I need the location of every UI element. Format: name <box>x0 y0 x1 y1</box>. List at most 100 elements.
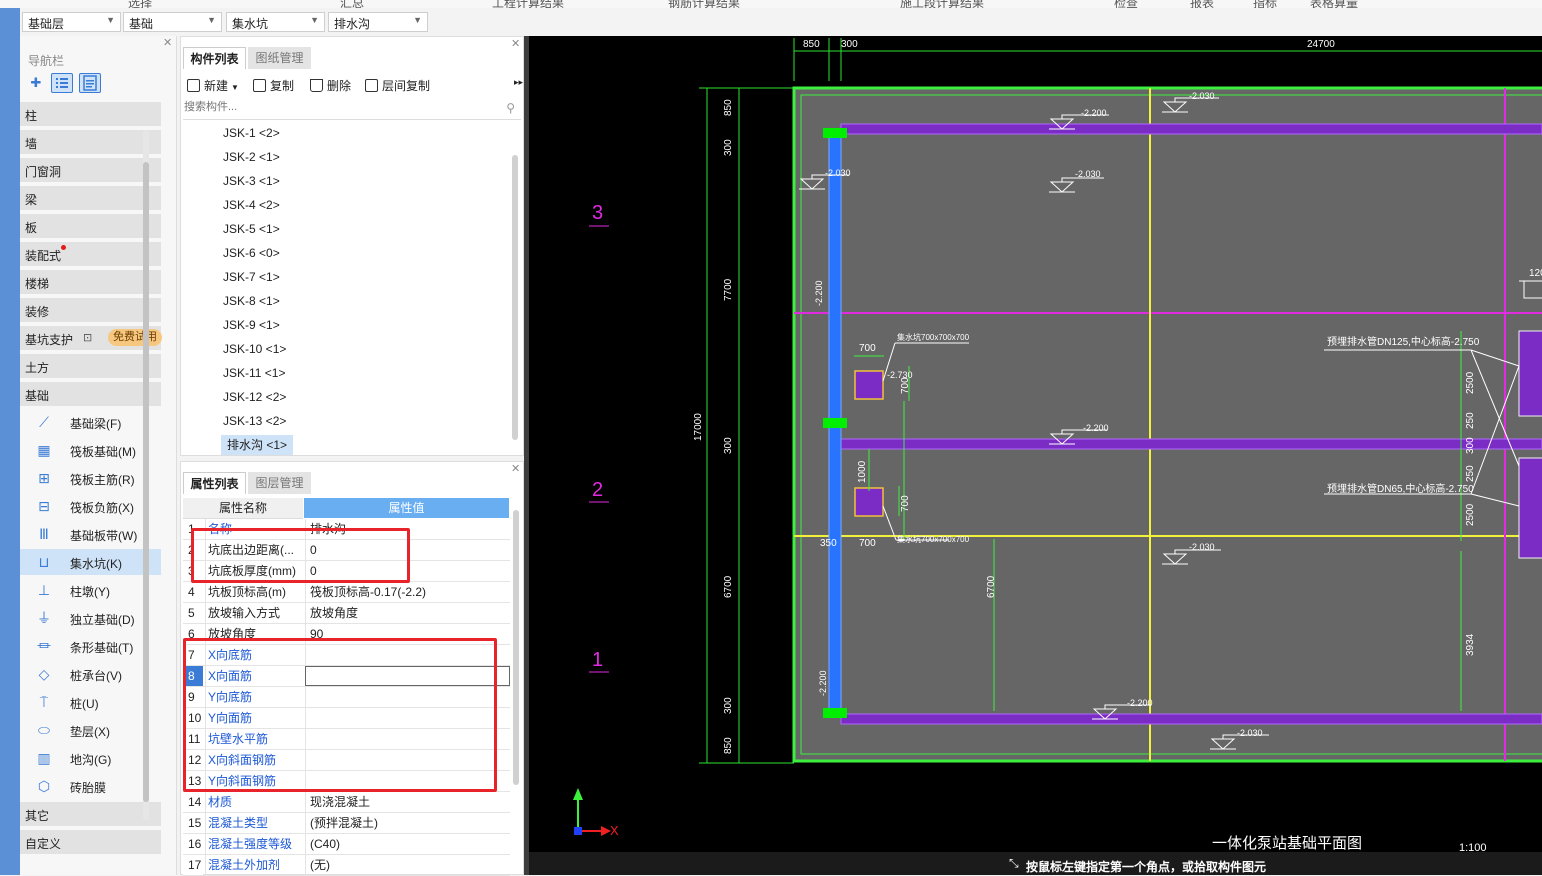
list-item[interactable]: JSK-6 <0> <box>223 243 280 263</box>
nav-cat-stairs[interactable]: 楼梯 <box>20 270 161 294</box>
copy-button[interactable]: 复制 <box>253 77 294 97</box>
foundation-slab[interactable] <box>792 86 1542 763</box>
table-row[interactable]: 17 混凝土外加剂 (无) <box>183 855 510 876</box>
dim-label: 17000 <box>693 413 704 441</box>
dim-label: 850 <box>723 99 734 116</box>
type-dropdown[interactable]: 集水坑 ▼ <box>226 12 325 32</box>
nav-cat-other[interactable]: 其它 <box>20 802 161 826</box>
delete-button[interactable]: 删除 <box>310 77 351 97</box>
prop-value[interactable]: 现浇混凝土 <box>305 792 510 812</box>
nav-cat-finish[interactable]: 装修 <box>20 298 161 322</box>
instance-value: 排水沟 <box>334 17 371 31</box>
row-number: 17 <box>183 855 203 875</box>
ucs-y-label: Y <box>574 795 582 807</box>
tab-layer-manager[interactable]: 图层管理 <box>248 472 311 494</box>
prop-value[interactable]: 放坡角度 <box>305 603 510 623</box>
chevron-down-icon: ▼ <box>413 15 422 25</box>
table-row[interactable]: 4 坑板顶标高(m) 筏板顶标高-0.17(-2.2) <box>183 582 510 603</box>
nav-cat-label: 板 <box>25 221 38 235</box>
nav-cat-beam[interactable]: 梁 <box>20 186 161 210</box>
close-icon[interactable]: ✕ <box>163 36 172 49</box>
nav-sub-pile-cap[interactable]: ◇ 桩承台(V) <box>20 661 161 687</box>
property-scrollbar[interactable] <box>513 510 519 785</box>
nav-sub-pile[interactable]: ⍑ 桩(U) <box>20 689 161 715</box>
tab-property-list[interactable]: 属性列表 <box>183 472 246 494</box>
search-icon[interactable]: ⚲ <box>506 101 515 115</box>
nav-cat-earthwork[interactable]: 土方 <box>20 354 161 378</box>
list-item[interactable]: JSK-8 <1> <box>223 291 280 311</box>
nav-sub-raft-negative-rebar[interactable]: ⊟ 筏板负筋(X) <box>20 493 161 519</box>
tab-component-list[interactable]: 构件列表 <box>183 47 246 69</box>
nav-sub-cushion[interactable]: ⬭ 垫层(X) <box>20 717 161 743</box>
nav-scrollbar-thumb[interactable] <box>143 162 149 802</box>
pipe-label: 预埋排水管DN65,中心标高-2.750 <box>1327 482 1474 495</box>
list-view-icon[interactable] <box>51 73 73 93</box>
nav-cat-slab[interactable]: 板 <box>20 214 161 238</box>
highlight-box <box>183 638 497 792</box>
nav-sub-isolated-footing[interactable]: ⏚ 独立基础(D) <box>20 605 161 631</box>
list-item[interactable]: JSK-7 <1> <box>223 267 280 287</box>
component-list-panel: ✕ 构件列表 图纸管理 新建▼ 复制 删除 层间复制 ▸▸ ⚲ JSK-1 <2… <box>180 36 524 456</box>
nav-cat-wall[interactable]: 墙 <box>20 130 161 154</box>
detail-view-icon[interactable] <box>79 73 101 93</box>
new-label: 新建 <box>204 79 229 93</box>
list-item[interactable]: JSK-2 <1> <box>223 147 280 167</box>
cad-viewport[interactable]: 850 300 24700 850 300 7700 17000 300 2 30… <box>529 36 1542 875</box>
nav-cat-prefab[interactable]: 装配式 <box>20 242 161 266</box>
floor-dropdown[interactable]: 基础层 ▼ <box>22 12 121 32</box>
nav-cat-custom[interactable]: 自定义 <box>20 830 161 854</box>
nav-cat-label: 梁 <box>25 193 38 207</box>
nav-cat-foundation[interactable]: 基础 <box>20 382 161 406</box>
instance-dropdown[interactable]: 排水沟 ▼ <box>328 12 428 32</box>
nav-sub-brick-mold[interactable]: ⬡ 砖胎膜 <box>20 773 161 799</box>
chevron-down-icon: ▼ <box>106 15 115 25</box>
trial-badge[interactable]: 免费试用 <box>108 329 162 346</box>
list-item[interactable]: JSK-10 <1> <box>223 339 286 359</box>
list-item[interactable]: JSK-9 <1> <box>223 315 280 335</box>
close-icon[interactable]: ✕ <box>511 37 520 50</box>
prop-value[interactable]: 筏板顶标高-0.17(-2.2) <box>305 582 510 602</box>
nav-cat-pit-support[interactable]: 基坑支护 ⊡ 免费试用 <box>20 326 162 350</box>
nav-sub-pier[interactable]: ⊥ 柱墩(Y) <box>20 577 161 603</box>
new-button[interactable]: 新建 ▼ <box>187 77 239 97</box>
category-dropdown[interactable]: 基础 ▼ <box>123 12 222 32</box>
nav-sub-foundation-beam[interactable]: ⟋ 基础梁(F) <box>20 409 161 435</box>
table-row[interactable]: 14 材质 现浇混凝土 <box>183 792 510 813</box>
list-item[interactable]: JSK-5 <1> <box>223 219 280 239</box>
prop-value[interactable]: (C40) <box>305 834 510 854</box>
tab-drawing-manager[interactable]: 图纸管理 <box>248 47 311 69</box>
list-item[interactable]: JSK-4 <2> <box>223 195 280 215</box>
nav-sub-raft-main-rebar[interactable]: ⊞ 筏板主筋(R) <box>20 465 161 491</box>
pit-dim: 700 <box>900 495 911 512</box>
list-item[interactable]: JSK-1 <2> <box>223 123 280 143</box>
new-dot-icon <box>61 245 66 250</box>
floor-copy-button[interactable]: 层间复制 <box>365 77 430 97</box>
nav-sub-raft-foundation[interactable]: ▦ 筏板基础(M) <box>20 437 161 463</box>
table-row[interactable]: 16 混凝土强度等级 (C40) <box>183 834 510 855</box>
list-item[interactable]: JSK-11 <1> <box>223 363 285 383</box>
list-item[interactable]: JSK-12 <2> <box>223 387 286 407</box>
nav-cat-door-window[interactable]: 门窗洞 <box>20 158 161 182</box>
elevation-label: -2.200 <box>814 280 824 306</box>
prop-name: 放坡输入方式 <box>205 603 308 623</box>
nav-sub-trench[interactable]: ▥ 地沟(G) <box>20 745 161 771</box>
nav-cat-column[interactable]: 柱 <box>20 102 161 126</box>
list-item[interactable]: JSK-13 <2> <box>223 411 286 431</box>
component-scrollbar[interactable] <box>512 155 518 440</box>
nav-sub-foundation-strip[interactable]: Ⅲ 基础板带(W) <box>20 521 161 547</box>
list-item-selected[interactable]: 排水沟 <1> <box>221 435 294 455</box>
search-input[interactable] <box>183 99 484 113</box>
nav-sub-strip-footing[interactable]: ⏛ 条形基础(T) <box>20 633 161 659</box>
prop-value[interactable]: (预拌混凝土) <box>305 813 510 833</box>
pit-label: 集水坑700x700x700 <box>897 332 970 342</box>
table-row[interactable]: 15 混凝土类型 (预拌混凝土) <box>183 813 510 834</box>
nav-sub-sump-pit[interactable]: ⊔ 集水坑(K) <box>20 549 161 575</box>
cad-drawing: 850 300 24700 850 300 7700 17000 300 2 30… <box>573 38 1542 855</box>
more-icon[interactable]: ▸▸ <box>514 77 523 97</box>
prop-value[interactable]: (无) <box>305 855 510 875</box>
table-row[interactable]: 5 放坡输入方式 放坡角度 <box>183 603 510 624</box>
elevation-label: -2.030 <box>1189 542 1215 552</box>
close-icon[interactable]: ✕ <box>511 462 520 475</box>
list-item[interactable]: JSK-3 <1> <box>223 171 280 191</box>
pin-icon[interactable]: ✚ <box>25 73 47 93</box>
